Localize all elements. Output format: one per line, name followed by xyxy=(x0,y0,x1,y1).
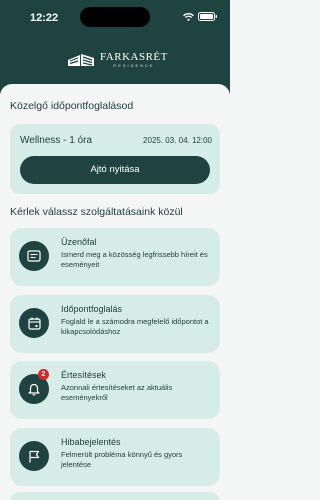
battery-icon xyxy=(198,12,217,21)
services-section-title: Kérlek válassz szolgáltatásaink közül xyxy=(10,206,183,218)
notification-count-badge: 2 xyxy=(38,369,49,380)
upcoming-appointment-card: Wellness - 1 óra 2025. 03. 04. 12:00 Ajt… xyxy=(10,124,220,194)
service-title: Hibabejelentés xyxy=(61,437,121,447)
message-board-icon xyxy=(19,241,49,271)
flag-icon xyxy=(19,441,49,471)
service-title: Időpontfoglalás xyxy=(61,304,123,314)
service-card-message-board[interactable]: Üzenőfal Ismerd meg a közösség legfrisse… xyxy=(10,228,220,286)
brand-logo: FARKASRÉT RESIDENCE xyxy=(66,52,168,68)
service-description: Ismerd meg a közösség legfrissebb híreit… xyxy=(61,250,208,269)
service-card-booking[interactable]: Időpontfoglalás Foglald le a számodra me… xyxy=(10,295,220,353)
brand-name: FARKASRÉT xyxy=(100,51,168,63)
service-card-partial[interactable] xyxy=(10,492,220,500)
building-logo-icon xyxy=(68,54,94,66)
appointment-datetime: 2025. 03. 04. 12:00 xyxy=(143,136,212,145)
status-bar: 12:22 xyxy=(0,0,230,38)
status-time: 12:22 xyxy=(30,12,59,24)
service-title: Értesítések xyxy=(61,370,107,380)
appointment-service: Wellness - 1 óra xyxy=(20,135,93,146)
app-header: 12:22 FARKASRÉT RESIDENCE xyxy=(0,0,230,94)
wifi-icon xyxy=(183,12,194,21)
service-description: Azonnali értesítéseket az aktuális esemé… xyxy=(61,383,173,402)
service-card-issue-report[interactable]: Hibabejelentés Felmerült probléma könnyű… xyxy=(10,428,220,486)
open-door-button[interactable]: Ajtó nyitása xyxy=(20,156,210,184)
service-description: Foglald le a számodra megfelelő időponto… xyxy=(61,317,209,336)
dynamic-island xyxy=(80,7,150,27)
status-icons xyxy=(183,12,218,21)
service-title: Üzenőfal xyxy=(61,237,97,247)
brand-subtitle: RESIDENCE xyxy=(113,63,155,68)
service-description: Felmerült probléma könnyű és gyors jelen… xyxy=(61,450,183,469)
upcoming-section-title: Közelgő időpontfoglalásod xyxy=(10,100,134,112)
calendar-icon xyxy=(19,308,49,338)
service-card-notifications[interactable]: 2 Értesítések Azonnali értesítéseket az … xyxy=(10,361,220,419)
